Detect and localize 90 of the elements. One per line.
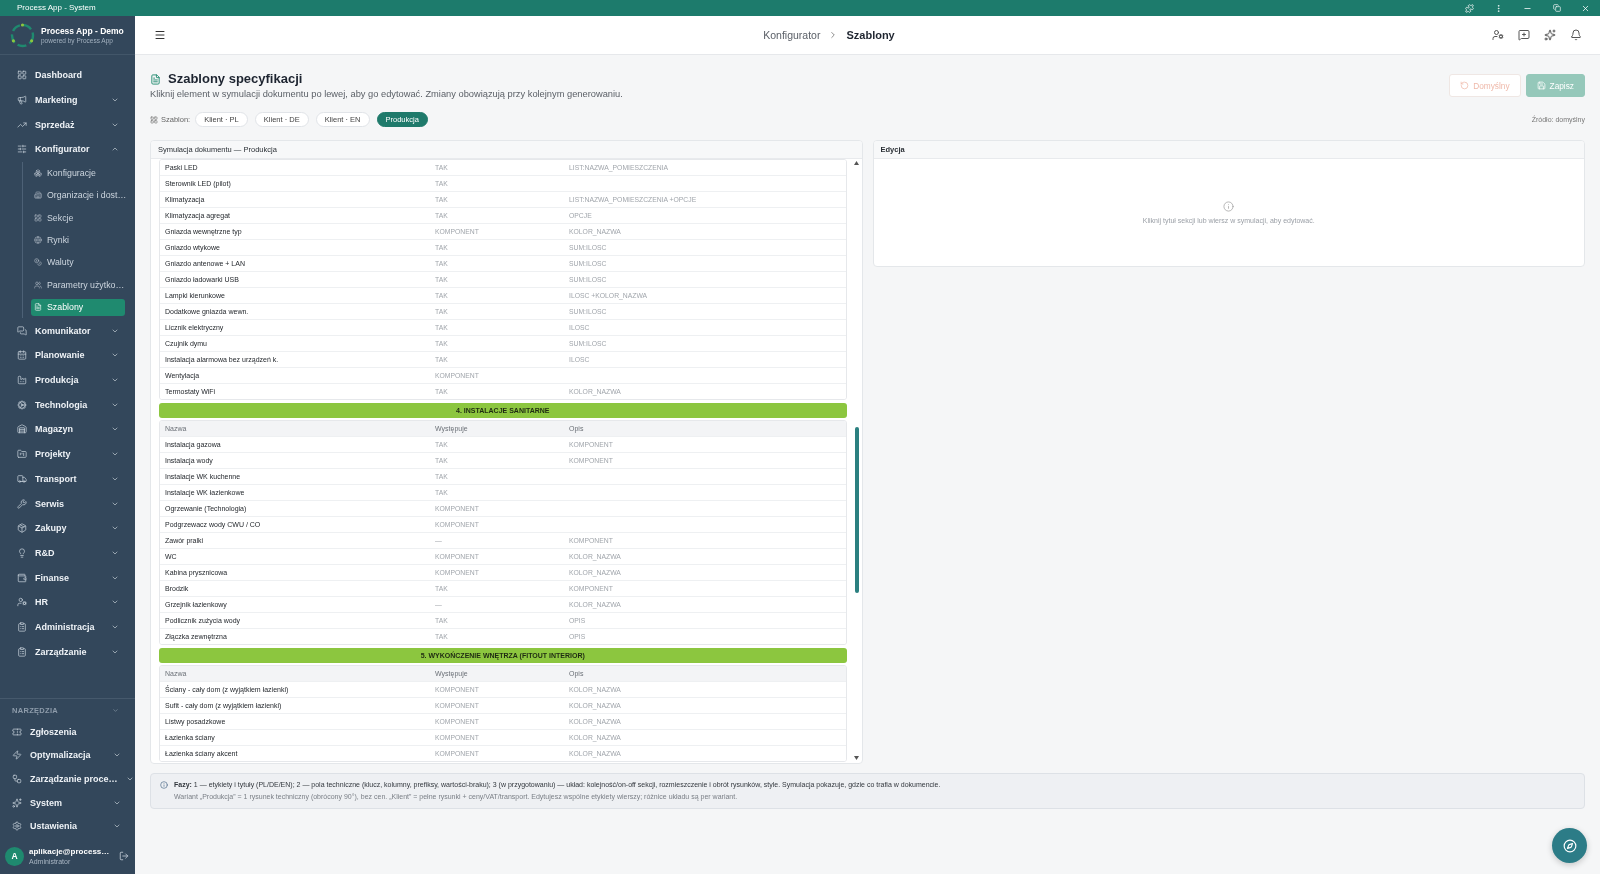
sidebar-item[interactable]: Technologia [0,392,135,418]
user-gear-icon [1492,29,1504,41]
sidebar-item[interactable]: Produkcja [0,367,135,393]
compass-icon [1562,838,1577,853]
sidebar-subitem[interactable]: Waluty [31,253,125,271]
sidebar-item[interactable]: Konfigurator [0,137,135,162]
wallet-icon [17,572,27,583]
truck-icon [17,473,27,484]
sidebar-subitem[interactable]: Organizacje i dost… [31,186,125,204]
sidebar-subitem[interactable]: Szablony [31,298,125,316]
page-title: Szablony specyfikacji [168,71,303,87]
megaphone-icon [17,95,27,106]
sidebar-item[interactable]: Transport [0,466,135,492]
sidebar-item[interactable]: Sprzedaż [0,112,135,138]
warehouse-icon [17,424,27,435]
sidebar-item[interactable]: R&D [0,540,135,566]
window-title: Process App - System [17,2,96,14]
sidebar-item[interactable]: Planowanie [0,343,135,368]
folder-icon [17,449,27,460]
document-icon [34,303,42,312]
sparkles-icon [12,797,22,808]
close-icon [1581,3,1590,13]
sidebar-item[interactable]: System [0,790,135,815]
grid-icon [17,70,27,81]
info-icon [160,781,168,789]
sidebar-item[interactable]: Projekty [0,441,135,467]
bell-icon [1570,29,1582,41]
sidebar-item[interactable]: HR [0,589,135,615]
globe-icon [34,236,42,245]
sidebar-item[interactable]: Zakupy [0,515,135,541]
calendar-icon [17,350,27,361]
sidebar-item[interactable]: Zgłoszenia [0,720,135,744]
lightning-icon [12,750,22,761]
coins-icon [34,258,42,267]
workflow-icon [12,774,22,784]
save-icon [1536,81,1546,90]
breadcrumb-item[interactable]: Konfigurator [763,29,821,41]
sidebar-item[interactable]: Zarządzanie proce… [0,767,135,791]
clipboard-icon [17,621,27,632]
factory-icon [17,375,27,386]
sidebar-item[interactable]: Administracja [0,614,135,640]
sparkles-icon [1544,29,1556,41]
gear-icon [17,399,27,410]
rotate-left-icon [1460,81,1470,90]
users-icon [34,280,42,289]
breadcrumb-item: Szablony [846,29,895,41]
ring-logo-icon [10,22,35,48]
sidebar-item[interactable]: Komunikator [0,318,135,344]
chat-bubbles-icon [17,325,27,336]
puzzle-icon [1465,3,1474,13]
sidebar-item[interactable]: Dashboard [0,63,135,88]
clipboard-icon [17,646,27,657]
sidebar-subitem[interactable]: Parametry użytko… [31,276,125,294]
user-avatar: A [5,846,24,866]
grid-icon [34,213,42,222]
scroll-down-arrow-icon[interactable] [854,756,859,760]
scrollbar-thumb[interactable] [854,427,859,593]
sidebar-item[interactable]: Marketing [0,87,135,113]
sidebar-subitem[interactable]: Sekcje [31,209,125,227]
trend-up-icon [17,119,27,130]
sidebar-item[interactable]: Optymalizacja [0,743,135,768]
building-icon [34,191,42,200]
sidebar-item[interactable]: Finanse [0,565,135,590]
sliders-icon [17,144,27,155]
wrench-icon [17,498,27,509]
boxes-icon [34,168,42,177]
logout-icon [119,851,129,861]
app-name: Process App - Demo [41,25,124,36]
settings-icon [12,821,22,832]
info-icon [1223,201,1235,212]
message-plus-icon [1518,29,1530,41]
document-icon [150,73,161,85]
scroll-up-arrow-icon[interactable] [854,161,859,165]
navigator-button[interactable] [1552,828,1587,863]
sidebar-item[interactable]: Ustawienia [0,814,135,838]
grid-icon [150,115,158,124]
sidebar-item[interactable]: Serwis [0,491,135,516]
ticket-icon [12,726,22,737]
sidebar-item[interactable]: Zarządzanie [0,639,135,664]
sidebar-item[interactable]: Magazyn [0,417,135,442]
lightbulb-icon [17,547,27,558]
menu-icon [154,29,166,41]
user-name: aplikacje@process… [29,846,110,857]
package-icon [17,523,27,534]
page-subtitle: Kliknij element w symulacji dokumentu po lewej, aby go edytować. Zmiany obowiązują przy kolejnym generowaniu. [150,89,623,100]
sidebar-subitem[interactable]: Konfiguracje [31,164,125,182]
restore-icon [1552,4,1561,12]
user-gear-icon [17,597,27,608]
vertical-dots-icon [1494,3,1503,13]
sidebar-subitem[interactable]: Rynki [31,231,125,249]
